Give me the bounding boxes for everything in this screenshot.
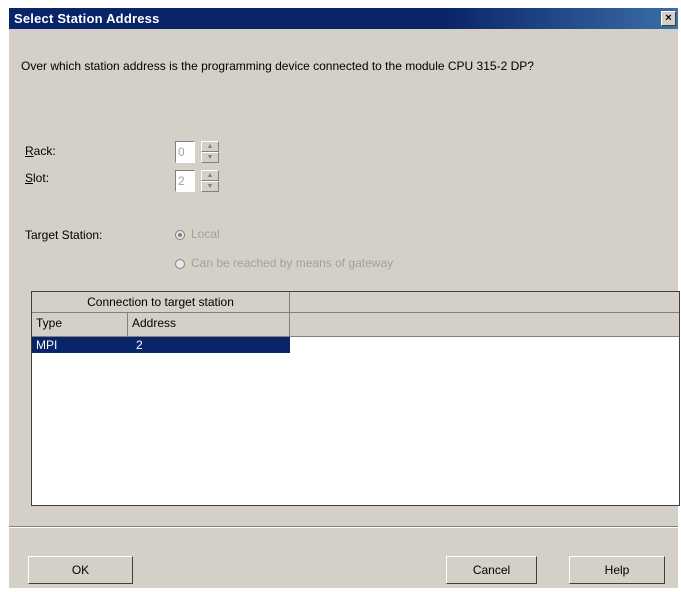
rack-label: Rack: [25, 144, 56, 158]
column-header-type[interactable]: Type [32, 313, 128, 336]
help-button[interactable]: Help [569, 556, 665, 584]
title-bar: Select Station Address × [9, 8, 678, 29]
rack-spinner[interactable]: 0 ▲ ▼ [175, 141, 227, 165]
slot-field[interactable]: 2 [175, 170, 195, 192]
radio-gateway[interactable]: Can be reached by means of gateway [175, 256, 393, 270]
slot-label: Slot: [25, 171, 50, 185]
target-station-label: Target Station: [25, 228, 103, 242]
close-button[interactable]: × [661, 11, 676, 26]
radio-local[interactable]: Local [175, 227, 220, 241]
column-header-address[interactable]: Address [128, 313, 290, 336]
question-text: Over which station address is the progra… [21, 59, 534, 73]
slot-down-arrow-icon[interactable]: ▼ [201, 181, 219, 192]
table-group-header: Connection to target station [32, 292, 679, 313]
row-address: 2 [136, 338, 143, 352]
close-icon: × [665, 12, 672, 24]
select-station-address-dialog: Select Station Address × Over which stat… [9, 8, 680, 588]
connection-table[interactable]: Connection to target station Type Addres… [31, 291, 680, 506]
window-title: Select Station Address [14, 11, 160, 26]
rack-up-arrow-icon[interactable]: ▲ [201, 141, 219, 152]
table-row[interactable]: MPI 2 [32, 337, 290, 353]
group-header-connection[interactable]: Connection to target station [32, 292, 290, 312]
slot-spinner[interactable]: 2 ▲ ▼ [175, 170, 227, 194]
slot-up-arrow-icon[interactable]: ▲ [201, 170, 219, 181]
rack-down-arrow-icon[interactable]: ▼ [201, 152, 219, 163]
separator [9, 526, 678, 528]
table-column-headers: Type Address [32, 313, 679, 337]
rack-field[interactable]: 0 [175, 141, 195, 163]
cancel-button[interactable]: Cancel [446, 556, 537, 584]
radio-checked-icon [175, 229, 185, 240]
radio-unchecked-icon [175, 258, 185, 269]
ok-button[interactable]: OK [28, 556, 133, 584]
row-type: MPI [36, 338, 58, 352]
